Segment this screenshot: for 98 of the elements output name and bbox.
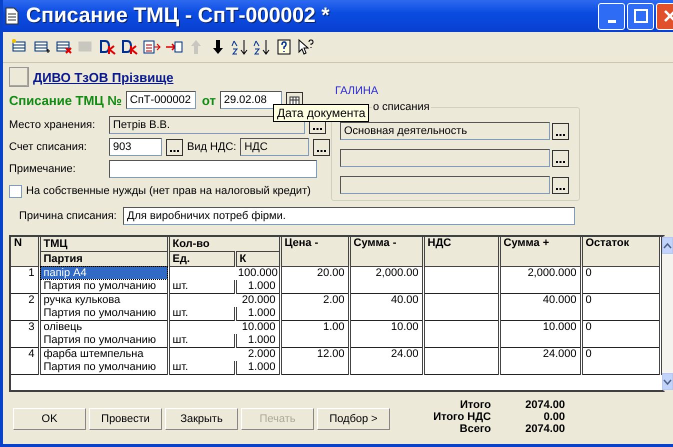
table-cell[interactable]: олівець <box>39 320 168 334</box>
table-cell: 2.00 <box>280 294 349 320</box>
help-icon[interactable] <box>275 38 293 56</box>
vat-type-field[interactable]: НДС <box>240 138 310 156</box>
column-header[interactable]: Цена - <box>280 237 349 266</box>
table-cell: 12.00 <box>280 348 349 374</box>
table-cell: 2.000 <box>235 348 280 361</box>
tooltip: Дата документа <box>273 104 370 122</box>
table-cell: 10.00 <box>349 320 423 348</box>
browse-button[interactable] <box>552 176 569 194</box>
sort-za-icon[interactable] <box>253 38 271 56</box>
table-cell: 1.00 <box>280 320 349 348</box>
table-cell: 24.000 <box>499 348 581 374</box>
table-cell: Партия по умолчанию <box>39 280 168 294</box>
number-field[interactable]: СпТ-000002 <box>126 91 196 109</box>
column-header[interactable]: Остаток <box>581 237 660 266</box>
dk-cross-icon[interactable] <box>99 38 117 56</box>
document-icon <box>4 7 20 25</box>
total-label: Итого <box>458 399 491 411</box>
pointer-help-icon[interactable] <box>297 38 315 56</box>
date-label: от <box>202 92 216 108</box>
table-cell: 1.000 <box>235 307 280 320</box>
sort-az-icon[interactable] <box>231 38 249 56</box>
maximize-button[interactable] <box>627 2 654 30</box>
total-value: 0.00 <box>542 411 565 423</box>
field-label: Причина списания: <box>19 210 118 222</box>
column-header[interactable]: N <box>11 237 39 266</box>
table-cell: 1.000 <box>235 334 280 348</box>
window-title: Списание ТМЦ - СпТ-000002 * <box>26 4 330 28</box>
account-field[interactable]: 903 <box>109 138 162 156</box>
minimize-icon <box>608 20 616 22</box>
table-cell: шт. <box>168 280 235 294</box>
table-cell: шт. <box>168 307 235 320</box>
table-cell: Партия по умолчанию <box>39 307 168 320</box>
table-cell: 2,000.000 <box>499 266 581 294</box>
subconto-field[interactable] <box>340 176 550 194</box>
field-label: Счет списания: <box>9 141 88 153</box>
table-cell: 100.000 <box>235 266 280 280</box>
subconto-field[interactable] <box>340 149 550 167</box>
maximize-icon <box>634 9 648 23</box>
column-header[interactable]: Кол-во <box>168 237 280 252</box>
column-header[interactable]: Партия <box>39 252 168 266</box>
browse-button[interactable] <box>166 138 183 156</box>
document-label: Списание ТМЦ № <box>9 92 122 108</box>
date-field[interactable]: 29.02.08 <box>220 91 282 109</box>
table-cell: Партия по умолчанию <box>39 361 168 374</box>
column-header[interactable]: НДС <box>423 237 499 266</box>
subconto-field[interactable]: Основная деятельность <box>340 122 550 140</box>
dk-icon[interactable] <box>121 38 139 56</box>
table-cell: 2 <box>11 294 39 320</box>
table-cell: 2,000.00 <box>349 266 423 294</box>
dialog-button[interactable]: Подбор > <box>317 408 390 430</box>
total-label: Всего <box>458 423 491 435</box>
group-label: о списания <box>372 101 431 113</box>
table-cell: 1.000 <box>235 361 280 374</box>
browse-button[interactable] <box>313 138 330 156</box>
column-header[interactable]: ТМЦ <box>39 237 168 252</box>
checkbox-label: На собственные нужды (нет прав на налоговый кредит) <box>26 185 311 197</box>
note-field[interactable] <box>109 160 317 178</box>
table-cell: 10.000 <box>499 320 581 348</box>
table-cell: 40.000 <box>499 294 581 320</box>
user-name: ГАЛИНА <box>335 85 380 97</box>
table-cell: Партия по умолчанию <box>39 334 168 348</box>
total-label: Итого НДС <box>433 411 491 423</box>
table-cell: 20.000 <box>235 294 280 307</box>
close-icon <box>662 9 673 23</box>
table-cell: 24.00 <box>349 348 423 374</box>
total-value: 2074.00 <box>524 399 565 411</box>
dialog-button[interactable]: Провести <box>89 408 162 430</box>
reason-field[interactable]: Для виробничих потреб фірми. <box>123 207 575 225</box>
table-cell[interactable]: папір А4 <box>39 266 168 280</box>
table-cell: 1.000 <box>235 280 280 294</box>
scrollbar[interactable] <box>662 237 672 390</box>
dialog-button[interactable]: OK <box>13 408 86 430</box>
column-header[interactable]: К <box>235 252 280 266</box>
table-cell: 40.00 <box>349 294 423 320</box>
dialog-button[interactable]: Закрыть <box>165 408 238 430</box>
table-cell: 20.00 <box>280 266 349 294</box>
field-label: Вид НДС: <box>187 141 236 153</box>
total-value: 2074.00 <box>524 423 565 435</box>
table-cell: 4 <box>11 348 39 374</box>
company-link[interactable]: ДИВО ТзОВ Прізвище <box>33 70 174 84</box>
browse-button[interactable] <box>552 150 569 166</box>
column-header[interactable]: Сумма - <box>349 237 423 266</box>
table-cell[interactable]: фарба штемпельна <box>39 348 168 361</box>
table-cell: 10.000 <box>235 320 280 334</box>
browse-button[interactable] <box>552 122 569 140</box>
table-cell: 3 <box>11 320 39 348</box>
minimize-button[interactable] <box>598 2 625 30</box>
table-cell: шт. <box>168 361 235 374</box>
column-header[interactable]: Сумма + <box>499 237 581 266</box>
table-cell[interactable]: ручка кулькова <box>39 294 168 307</box>
list-arrow-icon[interactable] <box>143 38 161 56</box>
field-label: Примечание: <box>9 163 77 175</box>
column-header[interactable]: Ед. <box>168 252 235 266</box>
field-label: Место хранения: <box>9 119 96 131</box>
checkbox[interactable] <box>9 184 22 198</box>
table-cell: шт. <box>168 334 235 348</box>
